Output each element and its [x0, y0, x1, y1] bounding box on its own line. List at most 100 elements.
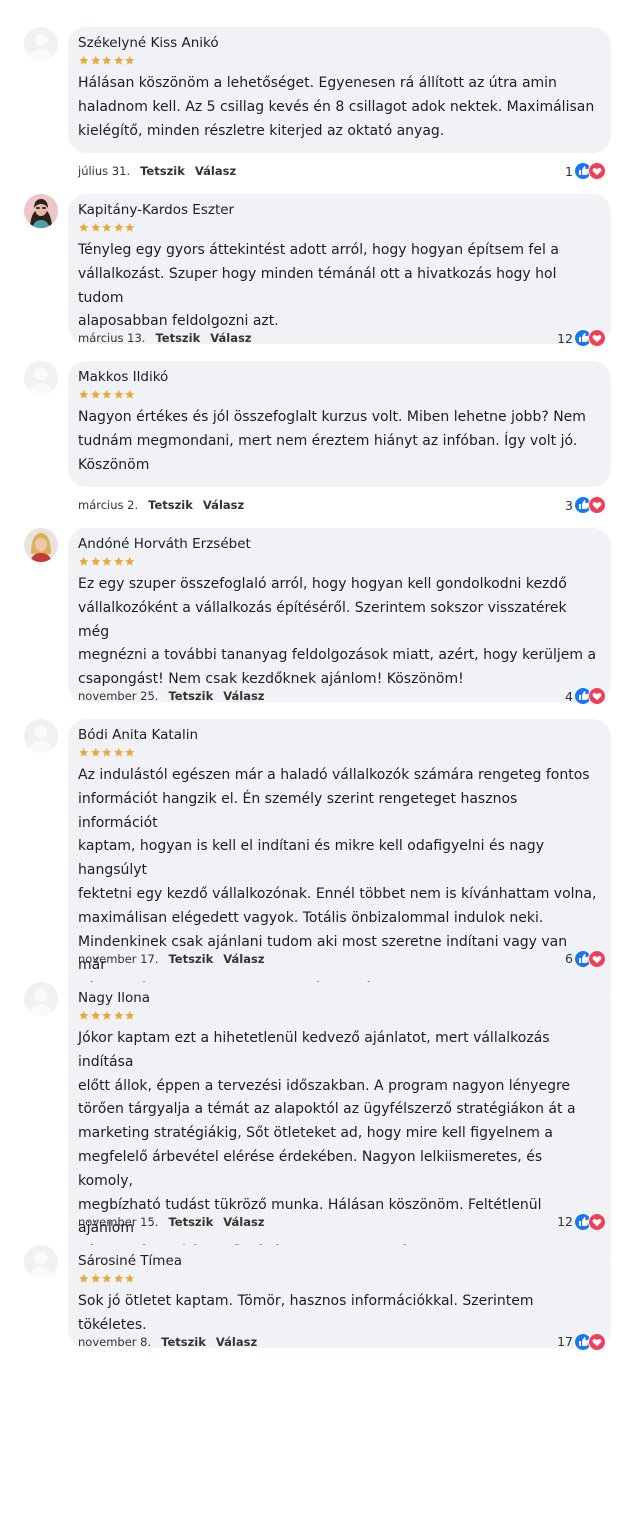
review-item: Székelyné Kiss Anikó Hálásan köszönöm a l…	[0, 27, 632, 193]
star-icon	[124, 389, 136, 400]
review-text-line: Nagyon értékes és jól összefoglalt kurzu…	[78, 409, 586, 425]
reviewer-name[interactable]: Makkos Ildikó	[78, 368, 599, 387]
comment-date[interactable]: november 15.	[78, 1215, 158, 1229]
reply-link[interactable]: Válasz	[210, 331, 251, 345]
reaction-summary[interactable]: 17	[557, 1332, 606, 1352]
review-text-line: Az indulástól egészen már a haladó válla…	[78, 767, 590, 783]
star-rating	[78, 556, 599, 569]
star-icon	[78, 556, 90, 567]
reaction-summary[interactable]: 1	[565, 161, 606, 181]
default-avatar-icon[interactable]	[24, 27, 58, 61]
reply-link[interactable]: Válasz	[216, 1335, 257, 1349]
reaction-count: 4	[565, 688, 573, 704]
reaction-count: 3	[565, 497, 573, 513]
comment-actions: március 2. Tetszik Válasz	[78, 497, 254, 513]
review-text-line: előtt állok, éppen a tervezési időszakba…	[78, 1077, 571, 1094]
reviewer-name[interactable]: Sárosiné Tímea	[78, 1252, 599, 1271]
star-icon	[124, 1273, 136, 1284]
avatar[interactable]	[24, 528, 58, 562]
review-text: Tényleg egy gyors áttekintést adott arró…	[78, 239, 599, 334]
comment-bubble: Sárosiné Tímea Sok jó ötletet kaptam. Töm…	[68, 1245, 611, 1348]
comment-actions: március 13. Tetszik Válasz	[78, 330, 262, 346]
like-link[interactable]: Tetszik	[155, 331, 200, 345]
comment-date[interactable]: július 31.	[78, 164, 130, 178]
star-icon	[101, 55, 113, 66]
comment-date[interactable]: március 13.	[78, 331, 145, 345]
review-item: Bódi Anita Katalin Az indulástól egészen …	[0, 719, 632, 1012]
review-item: Sárosiné Tímea Sok jó ötletet kaptam. Töm…	[0, 1245, 632, 1364]
reviewer-name[interactable]: Nagy Ilona	[78, 989, 599, 1008]
heart-icon	[588, 329, 606, 348]
review-item: Andóné Horváth Erzsébet Ez egy szuper öss…	[0, 528, 632, 718]
comment-date[interactable]: november 17.	[78, 952, 158, 966]
review-text-line: Sok jó ötletet kaptam. Tömör, hasznos in…	[78, 1293, 534, 1333]
heart-icon	[588, 949, 606, 968]
review-text: Hálásan köszönöm a lehetőséget. Egyenese…	[78, 72, 599, 143]
reaction-count: 12	[557, 1214, 573, 1230]
default-avatar-icon[interactable]	[24, 1245, 58, 1279]
star-rating	[78, 747, 599, 760]
like-link[interactable]: Tetszik	[168, 1215, 213, 1229]
review-text-line: megfelelő árbevétel elérése érdekében. N…	[78, 1148, 543, 1189]
review-item: Nagy Ilona Jókor kaptam ezt a hihetetlenü…	[0, 982, 632, 1275]
reply-link[interactable]: Válasz	[203, 498, 244, 512]
like-link[interactable]: Tetszik	[161, 1335, 206, 1349]
star-icon	[113, 55, 125, 66]
star-rating	[78, 1273, 599, 1286]
comment-date[interactable]: november 25.	[78, 689, 158, 703]
like-link[interactable]: Tetszik	[168, 689, 213, 703]
default-avatar-icon[interactable]	[24, 719, 58, 753]
like-link[interactable]: Tetszik	[168, 952, 213, 966]
review-text-line: Köszönöm	[78, 456, 150, 473]
review-text-line: haladnom kell. Az 5 csillag kevés én 8 c…	[78, 98, 595, 115]
star-icon	[113, 1010, 125, 1021]
review-text-line: megnézni a további tananyag feldolgozáso…	[78, 647, 597, 664]
reaction-summary[interactable]: 6	[565, 949, 606, 969]
star-icon	[90, 55, 102, 66]
comment-bubble: Székelyné Kiss Anikó Hálásan köszönöm a l…	[68, 27, 611, 154]
review-text-line: maximálisan elégedett vagyok. Totális ön…	[78, 909, 544, 926]
review-text-line: tudnám megmondani, mert nem éreztem hián…	[78, 432, 578, 449]
reaction-summary[interactable]: 12	[557, 328, 606, 348]
star-icon	[113, 222, 125, 233]
star-icon	[90, 389, 102, 400]
comment-date[interactable]: november 8.	[78, 1335, 151, 1349]
review-text-line: Ez egy szuper összefoglaló arról, hogy h…	[78, 576, 567, 592]
reaction-summary[interactable]: 12	[557, 1212, 606, 1232]
comment-actions: július 31. Tetszik Válasz	[78, 163, 246, 179]
reviewer-name[interactable]: Andóné Horváth Erzsébet	[78, 535, 599, 554]
star-icon	[101, 747, 113, 758]
review-text: Nagyon értékes és jól összefoglalt kurzu…	[78, 406, 599, 477]
comment-date[interactable]: március 2.	[78, 498, 138, 512]
reaction-count: 6	[565, 951, 573, 967]
review-text-line: vállalkozóként a vállalkozás építéséről.…	[78, 599, 567, 640]
reply-link[interactable]: Válasz	[223, 1215, 264, 1229]
star-rating	[78, 55, 599, 68]
star-icon	[113, 556, 125, 567]
comment-actions: november 25. Tetszik Válasz	[78, 688, 275, 704]
like-link[interactable]: Tetszik	[148, 498, 193, 512]
reaction-count: 17	[557, 1334, 573, 1350]
reviewer-name[interactable]: Bódi Anita Katalin	[78, 726, 599, 745]
review-text-line: Jókor kaptam ezt a hihetetlenül kedvező …	[78, 1030, 550, 1070]
reaction-count: 12	[557, 330, 573, 346]
reply-link[interactable]: Válasz	[223, 952, 264, 966]
reviewer-name[interactable]: Székelyné Kiss Anikó	[78, 34, 599, 53]
like-link[interactable]: Tetszik	[140, 164, 185, 178]
reaction-summary[interactable]: 3	[565, 495, 606, 515]
comment-actions: november 15. Tetszik Válasz	[78, 1214, 275, 1230]
default-avatar-icon[interactable]	[24, 982, 58, 1016]
review-text: Ez egy szuper összefoglaló arról, hogy h…	[78, 573, 599, 692]
star-icon	[101, 1273, 113, 1284]
star-icon	[90, 556, 102, 567]
reviewer-name[interactable]: Kapitány-Kardos Eszter	[78, 201, 599, 220]
avatar[interactable]	[24, 194, 58, 228]
review-text-line: Hálásan köszönöm a lehetőséget. Egyenese…	[78, 75, 557, 91]
review-text-line: fektetni egy kezdő vállalkozónak. Ennél …	[78, 885, 597, 902]
reaction-summary[interactable]: 4	[565, 686, 606, 706]
review-text-line: törően tárgyalja a témát az alapoktól az…	[78, 1101, 576, 1118]
heart-icon	[588, 162, 606, 181]
reply-link[interactable]: Válasz	[223, 689, 264, 703]
default-avatar-icon[interactable]	[24, 361, 58, 395]
reply-link[interactable]: Válasz	[195, 164, 236, 178]
